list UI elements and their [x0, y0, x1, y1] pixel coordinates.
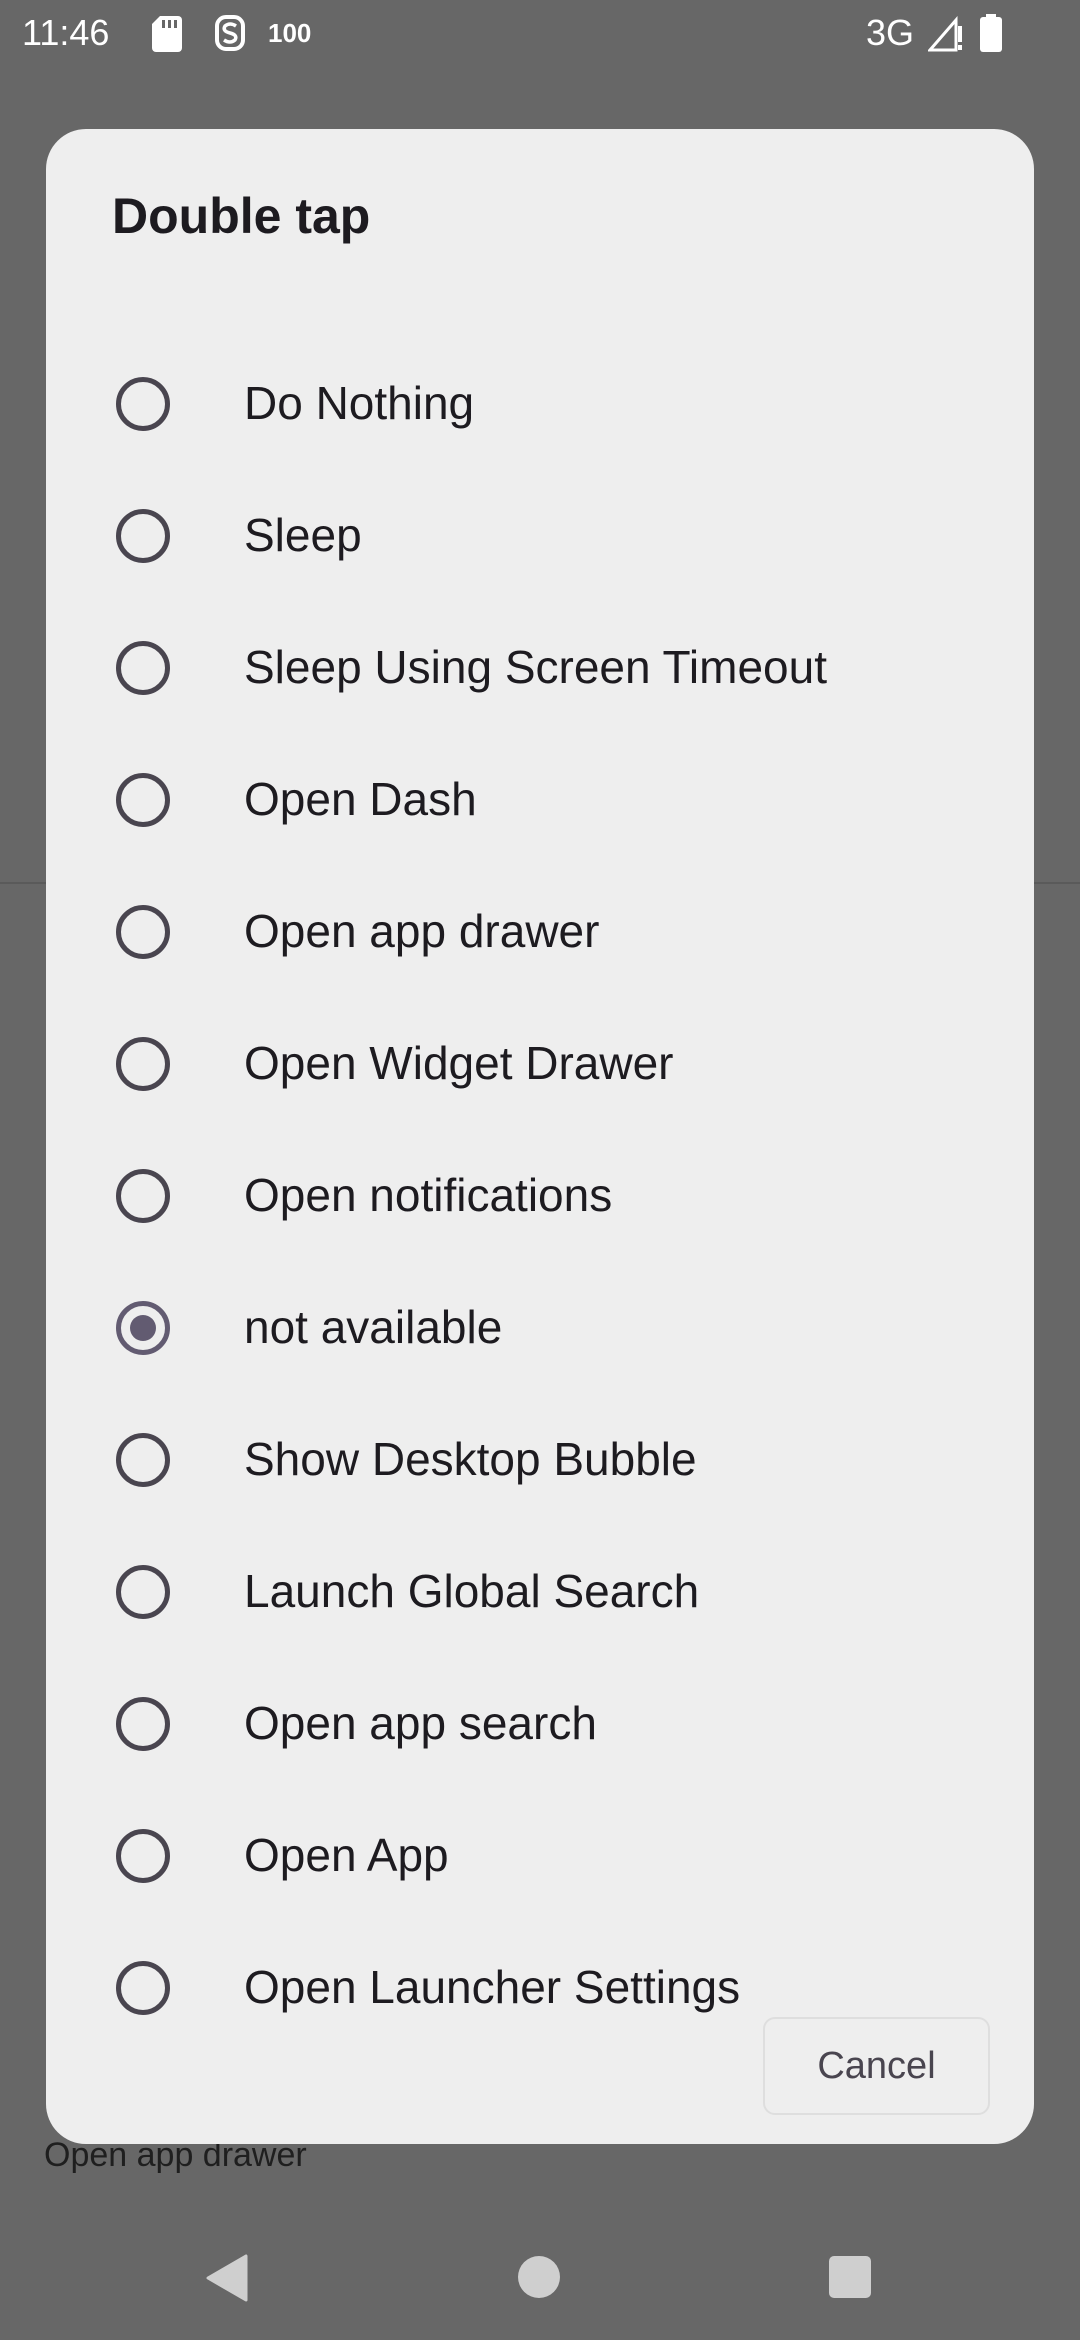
- option-open-app-search[interactable]: Open app search: [46, 1658, 1034, 1790]
- network-type: 3G: [866, 12, 915, 53]
- status-time: 11:46: [22, 12, 110, 53]
- radio-button[interactable]: [116, 1433, 170, 1487]
- radio-button[interactable]: [116, 377, 170, 431]
- option-label: Open app search: [244, 1697, 597, 1749]
- radio-button[interactable]: [116, 1037, 170, 1091]
- option-label: Launch Global Search: [244, 1565, 700, 1617]
- option-open-app[interactable]: Open App: [46, 1790, 1034, 1922]
- radio-button[interactable]: [116, 905, 170, 959]
- s-app-icon: [215, 15, 245, 51]
- option-label: Open Widget Drawer: [244, 1037, 674, 1089]
- option-open-widget-drawer[interactable]: Open Widget Drawer: [46, 998, 1034, 1130]
- option-show-desktop-bubble[interactable]: Show Desktop Bubble: [46, 1394, 1034, 1526]
- option-label: Sleep: [244, 509, 362, 561]
- radio-button[interactable]: [116, 1829, 170, 1883]
- radio-button[interactable]: [116, 641, 170, 695]
- battery-level-text: 100: [268, 18, 312, 48]
- option-open-dash[interactable]: Open Dash: [46, 734, 1034, 866]
- recents-icon[interactable]: [829, 2256, 871, 2298]
- navigation-bar: [0, 2220, 1080, 2340]
- radio-button[interactable]: [116, 1169, 170, 1223]
- option-not-available[interactable]: not available: [46, 1262, 1034, 1394]
- option-label: Open app drawer: [244, 905, 600, 957]
- option-label: Open Dash: [244, 773, 477, 825]
- cancel-button[interactable]: Cancel: [763, 2017, 990, 2115]
- signal-icon: [928, 16, 962, 52]
- option-sleep-screen-timeout[interactable]: Sleep Using Screen Timeout: [46, 602, 1034, 734]
- option-label: Open Launcher Settings: [244, 1961, 741, 2013]
- radio-button-selected[interactable]: [116, 1301, 170, 1355]
- option-label: Sleep Using Screen Timeout: [244, 641, 827, 693]
- option-sleep[interactable]: Sleep: [46, 470, 1034, 602]
- option-label: Open notifications: [244, 1169, 613, 1221]
- radio-button[interactable]: [116, 509, 170, 563]
- radio-button[interactable]: [116, 1697, 170, 1751]
- dialog-title: Double tap: [112, 188, 371, 244]
- radio-button[interactable]: [116, 773, 170, 827]
- option-label: Show Desktop Bubble: [244, 1433, 697, 1485]
- option-label: Do Nothing: [244, 377, 475, 429]
- battery-icon: [980, 14, 1002, 52]
- option-label: not available: [244, 1301, 503, 1353]
- sd-card-icon: [152, 16, 182, 52]
- option-open-notifications[interactable]: Open notifications: [46, 1130, 1034, 1262]
- radio-button[interactable]: [116, 1565, 170, 1619]
- double-tap-dialog: Double tap Do Nothing Sleep Sleep Using …: [46, 129, 1034, 2144]
- home-icon[interactable]: [518, 2256, 560, 2298]
- back-icon[interactable]: [204, 2254, 248, 2302]
- status-bar: 11:46 100 3G: [0, 0, 1080, 66]
- option-do-nothing[interactable]: Do Nothing: [46, 338, 1034, 470]
- option-open-app-drawer[interactable]: Open app drawer: [46, 866, 1034, 998]
- radio-button[interactable]: [116, 1961, 170, 2015]
- option-launch-global-search[interactable]: Launch Global Search: [46, 1526, 1034, 1658]
- option-label: Open App: [244, 1829, 449, 1881]
